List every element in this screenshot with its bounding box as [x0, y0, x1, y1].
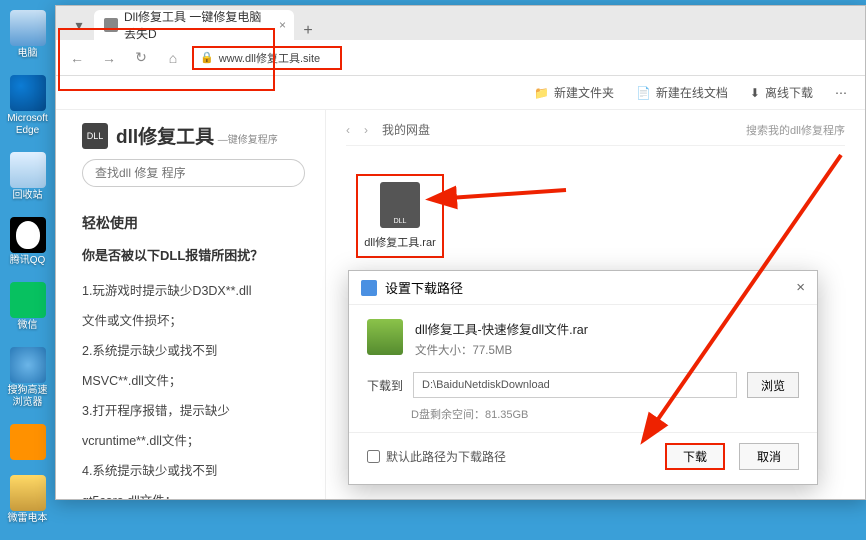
issue-line: 1.玩游戏时提示缺少D3DX**.dll	[82, 276, 305, 306]
close-dialog-button[interactable]: ×	[796, 279, 805, 296]
browser-tab[interactable]: Dll修复工具 一键修复电脑丢失D ×	[94, 10, 294, 40]
nav-fwd-icon[interactable]: ›	[364, 123, 368, 137]
desktop-icon-wechat[interactable]: 微信	[4, 282, 52, 332]
issue-line: 文件或文件损坏；	[82, 306, 305, 336]
address-bar: ← → ↻ ⌂ 🔒 www.dll修复工具.site	[56, 40, 865, 76]
search-hint[interactable]: 搜索我的dll修复程序	[746, 122, 845, 138]
doc-plus-icon: 📄	[636, 86, 651, 100]
issue-list: 1.玩游戏时提示缺少D3DX**.dll 文件或文件损坏； 2.系统提示缺少或找…	[82, 276, 305, 499]
toolbar-newdoc[interactable]: 📄新建在线文档	[636, 84, 728, 101]
browser-window: ▾ Dll修复工具 一键修复电脑丢失D × + ← → ↻ ⌂ 🔒 www.dl…	[55, 5, 866, 500]
checkbox-input[interactable]	[367, 450, 380, 463]
search-input[interactable]	[82, 159, 305, 187]
url-text: www.dll修复工具.site	[219, 50, 320, 66]
path-bar: ‹ › 我的网盘 搜索我的dll修复程序	[346, 120, 845, 146]
cancel-button[interactable]: 取消	[739, 443, 799, 470]
download-file-icon	[367, 319, 403, 355]
tab-title: Dll修复工具 一键修复电脑丢失D	[124, 8, 266, 42]
toolbar-newfolder[interactable]: 📁新建文件夹	[534, 84, 614, 101]
issue-line: 2.系统提示缺少或找不到	[82, 336, 305, 366]
divider	[349, 432, 817, 433]
question-title: 你是否被以下DLL报错所困扰？	[82, 245, 305, 264]
forward-button[interactable]: →	[96, 45, 122, 71]
logo-title: dll修复工具	[116, 127, 214, 148]
close-tab-icon[interactable]: ×	[279, 18, 286, 32]
nav-back-icon[interactable]: ‹	[346, 123, 350, 137]
toolbar-more[interactable]: ⋯	[835, 86, 847, 100]
folder-plus-icon: 📁	[534, 86, 549, 100]
new-tab-button[interactable]: +	[294, 22, 322, 40]
toolbar-offline[interactable]: ⬇离线下载	[750, 84, 813, 101]
main-panel: ‹ › 我的网盘 搜索我的dll修复程序 DLL dll修复工具.rar 设置下…	[326, 110, 865, 499]
logo-subtitle: —键修复程序	[218, 135, 278, 146]
favicon-icon	[104, 18, 118, 32]
desktop-icon-box[interactable]: 微雷电本	[4, 475, 52, 525]
page-toolbar: 📁新建文件夹 📄新建在线文档 ⬇离线下载 ⋯	[56, 76, 865, 110]
download-button[interactable]: 下载	[665, 443, 725, 470]
download-icon: ⬇	[750, 86, 760, 100]
breadcrumb[interactable]: 我的网盘	[382, 121, 430, 138]
issue-line: MSVC**.dll文件；	[82, 366, 305, 396]
tab-strip: ▾ Dll修复工具 一键修复电脑丢失D × +	[56, 6, 865, 40]
file-name: dll修复工具.rar	[364, 234, 436, 250]
desktop-icon-computer[interactable]: 电脑	[4, 10, 52, 60]
desktop-icon-sogou[interactable]: 搜狗高速浏览器	[4, 347, 52, 409]
disk-space: D盘剩余空间：81.35GB	[411, 406, 799, 422]
dialog-app-icon	[361, 280, 377, 296]
issue-line: 3.打开程序报错，提示缺少	[82, 396, 305, 426]
download-path-input[interactable]	[413, 372, 737, 398]
tab-list-button[interactable]: ▾	[64, 10, 94, 40]
default-path-checkbox[interactable]: 默认此路径为下载路径	[367, 448, 506, 465]
sidebar: DLL dll修复工具 —键修复程序 轻松使用 你是否被以下DLL报错所困扰？ …	[56, 110, 326, 499]
dialog-title-text: 设置下载路径	[385, 278, 463, 297]
rar-file-icon: DLL	[380, 182, 420, 228]
desktop-icons: 电脑 Microsoft Edge 回收站 腾讯QQ 微信 搜狗高速浏览器 微雷…	[0, 5, 55, 540]
desktop-icon-recycle[interactable]: 回收站	[4, 152, 52, 202]
download-filesize: 文件大小：77.5MB	[415, 342, 588, 358]
download-to-label: 下载到	[367, 377, 403, 394]
back-button[interactable]: ←	[64, 45, 90, 71]
home-button[interactable]: ⌂	[160, 45, 186, 71]
refresh-button[interactable]: ↻	[128, 45, 154, 71]
dialog-titlebar: 设置下载路径 ×	[349, 271, 817, 305]
issue-line: vcruntime**.dll文件；	[82, 426, 305, 456]
annotation-arrow	[441, 180, 571, 215]
lock-icon: 🔒	[200, 51, 214, 64]
logo-icon: DLL	[82, 123, 108, 149]
content-area: DLL dll修复工具 —键修复程序 轻松使用 你是否被以下DLL报错所困扰？ …	[56, 110, 865, 499]
issue-line: qt5core.dll文件；	[82, 486, 305, 499]
logo: DLL dll修复工具 —键修复程序	[82, 122, 305, 149]
section-easy: 轻松使用	[82, 213, 305, 233]
desktop-icon-app[interactable]	[4, 424, 52, 460]
desktop-icon-qq[interactable]: 腾讯QQ	[4, 217, 52, 267]
file-item[interactable]: DLL dll修复工具.rar	[356, 174, 444, 258]
desktop-icon-edge[interactable]: Microsoft Edge	[4, 75, 52, 137]
url-field[interactable]: 🔒 www.dll修复工具.site	[192, 46, 342, 70]
download-filename: dll修复工具-快速修复dll文件.rar	[415, 319, 588, 338]
issue-line: 4.系统提示缺少或找不到	[82, 456, 305, 486]
download-dialog: 设置下载路径 × dll修复工具-快速修复dll文件.rar 文件大小：77.5…	[348, 270, 818, 485]
browse-button[interactable]: 浏览	[747, 372, 799, 398]
